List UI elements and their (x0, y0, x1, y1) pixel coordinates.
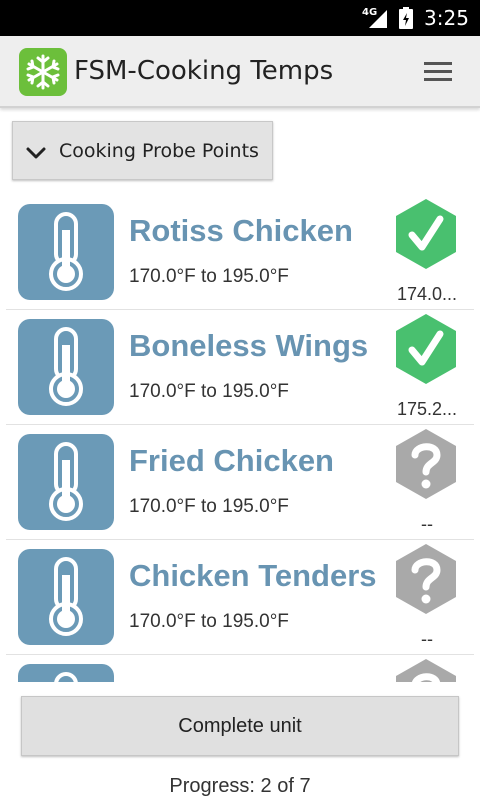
thermometer-icon (18, 319, 114, 415)
item-temp-range: 170.0°F to 195.0°F (129, 496, 289, 517)
probe-point-list[interactable]: Rotiss Chicken 170.0°F to 195.0°F 174.0.… (0, 195, 480, 682)
check-icon (396, 199, 456, 269)
item-title: Rotiss Chicken (129, 213, 353, 248)
question-icon (396, 659, 456, 682)
complete-unit-button[interactable]: Complete unit (21, 696, 459, 756)
probe-category-dropdown[interactable]: Cooking Probe Points (12, 121, 273, 180)
battery-icon (399, 7, 413, 29)
dropdown-label: Cooking Probe Points (59, 140, 259, 162)
item-title: Boneless Wings (129, 328, 369, 363)
thermometer-icon (18, 204, 114, 300)
list-item[interactable]: Chicken Tenders 170.0°F to 195.0°F -- (0, 540, 480, 655)
question-icon (396, 544, 456, 614)
check-icon (396, 314, 456, 384)
item-temp-range: 170.0°F to 195.0°F (129, 266, 289, 287)
signal-icon (369, 10, 387, 28)
snowflake-icon[interactable] (19, 48, 67, 96)
item-reading: -- (421, 514, 433, 534)
hamburger-menu-icon[interactable] (418, 58, 458, 88)
item-title: Fried Chicken (129, 443, 334, 478)
item-reading: 174.0... (396, 284, 458, 304)
list-item[interactable]: Rotiss Chicken 170.0°F to 195.0°F 174.0.… (0, 195, 480, 310)
app-title: FSM-Cooking Temps (74, 56, 334, 86)
list-item[interactable]: Boneless Wings 170.0°F to 195.0°F 175.2.… (0, 310, 480, 425)
app-bar: FSM-Cooking Temps (0, 36, 480, 108)
thermometer-icon (18, 664, 114, 682)
question-icon (396, 429, 456, 499)
clock: 3:25 (424, 6, 469, 30)
item-temp-range: 170.0°F to 195.0°F (129, 381, 289, 402)
item-reading: -- (421, 629, 433, 649)
list-item[interactable]: Fried Chicken 170.0°F to 195.0°F -- (0, 425, 480, 540)
thermometer-icon (18, 434, 114, 530)
status-bar: 4G 3:25 (0, 0, 480, 36)
list-item[interactable] (0, 655, 480, 682)
thermometer-icon (18, 549, 114, 645)
item-temp-range: 170.0°F to 195.0°F (129, 611, 289, 632)
chevron-down-icon (26, 147, 46, 159)
item-reading: 175.2... (396, 399, 458, 419)
progress-text: Progress: 2 of 7 (169, 775, 311, 797)
item-title: Chicken Tenders (129, 558, 377, 593)
